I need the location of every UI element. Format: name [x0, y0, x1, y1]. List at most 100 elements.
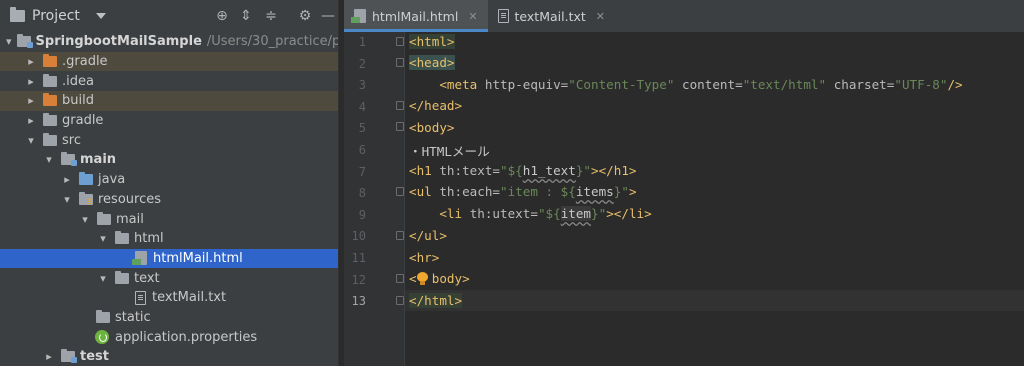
- tree-item-main[interactable]: ▾ main: [0, 150, 338, 170]
- chevron-right-icon[interactable]: ▸: [42, 350, 56, 363]
- line-number[interactable]: 7: [344, 165, 366, 179]
- line-number[interactable]: 4: [344, 100, 366, 114]
- close-icon[interactable]: ✕: [468, 10, 477, 23]
- tree-item-label: htmlMail.html: [153, 250, 243, 266]
- code-token: <head>: [409, 55, 455, 70]
- code-token: }": [613, 184, 629, 199]
- tree-item-html-folder[interactable]: ▾ html: [0, 229, 338, 249]
- tree-item-idea[interactable]: ▸ .idea: [0, 71, 338, 91]
- line-number[interactable]: 10: [344, 229, 366, 243]
- chevron-right-icon[interactable]: ▸: [60, 173, 74, 186]
- chevron-down-icon[interactable]: ▾: [6, 35, 12, 48]
- chevron-down-icon[interactable]: ▾: [96, 232, 110, 245]
- line-number[interactable]: 5: [344, 121, 366, 135]
- fold-marker-icon[interactable]: [396, 296, 404, 305]
- tree-item-label: main: [80, 152, 117, 168]
- current-line-highlight: [405, 290, 1024, 311]
- code-token: "UTF-8": [894, 77, 948, 92]
- tree-item-htmlmail[interactable]: htmlMail.html: [0, 248, 338, 269]
- fold-marker-icon[interactable]: [396, 58, 404, 67]
- code-token: content=: [682, 77, 743, 92]
- text-file-icon: [497, 9, 509, 23]
- code-token: charset=: [833, 77, 895, 92]
- chevron-right-icon[interactable]: ▸: [24, 55, 38, 68]
- line-number[interactable]: 6: [344, 143, 366, 157]
- source-folder-icon: [79, 172, 93, 186]
- tree-item-label: text: [134, 270, 160, 286]
- tree-item-static[interactable]: static: [0, 308, 338, 328]
- tree-item-resources[interactable]: ▾ resources: [0, 190, 338, 210]
- spring-properties-icon: [95, 330, 109, 345]
- code-token: ></li>: [606, 206, 652, 221]
- line-number[interactable]: 12: [344, 273, 366, 287]
- html-file-icon: [132, 251, 147, 266]
- tree-item-java[interactable]: ▸ java: [0, 170, 338, 190]
- tree-item-build[interactable]: ▸ build: [0, 91, 338, 111]
- line-number[interactable]: 3: [344, 78, 366, 92]
- code-token: </html>: [409, 293, 463, 308]
- tree-item-textmail[interactable]: textMail.txt: [0, 288, 338, 308]
- line-number[interactable]: 1: [344, 35, 366, 49]
- code-token: "${: [537, 206, 561, 221]
- resources-folder-icon: [79, 191, 93, 205]
- tree-item-test[interactable]: ▸ test: [0, 347, 338, 366]
- code-line: ・HTMLメール: [409, 141, 490, 160]
- tab-textmail[interactable]: textMail.txt ✕: [488, 0, 615, 32]
- chevron-down-icon[interactable]: ▾: [42, 153, 56, 166]
- chevron-right-icon[interactable]: ▸: [24, 114, 38, 127]
- fold-marker-icon[interactable]: [396, 122, 404, 131]
- gutter-separator: [404, 32, 405, 366]
- line-number[interactable]: 11: [344, 251, 366, 265]
- expand-all-icon[interactable]: ⇕: [238, 8, 254, 24]
- tree-item-gradle-cache[interactable]: ▸ .gradle: [0, 51, 338, 72]
- code-token: item: [560, 206, 592, 221]
- fold-marker-icon[interactable]: [396, 187, 404, 196]
- tree-item-text-folder[interactable]: ▾ text: [0, 268, 338, 288]
- tree-item-path: /Users/30_practice/pra: [206, 34, 354, 50]
- tree-item-application-properties[interactable]: application.properties: [0, 327, 338, 347]
- tree-item-mail[interactable]: ▾ mail: [0, 209, 338, 229]
- tree-item-label: java: [98, 172, 126, 188]
- collapse-all-icon[interactable]: ≑: [263, 8, 279, 24]
- code-token: ></h1>: [591, 163, 637, 178]
- chevron-down-icon[interactable]: ▾: [78, 213, 92, 226]
- tab-htmlmail[interactable]: htmlMail.html ✕: [344, 0, 488, 32]
- gear-icon[interactable]: ⚙: [297, 8, 313, 24]
- line-number[interactable]: 8: [344, 186, 366, 200]
- line-number[interactable]: 13: [344, 294, 366, 308]
- locate-icon[interactable]: ⊕: [214, 8, 230, 24]
- fold-marker-icon[interactable]: [396, 231, 404, 240]
- lightbulb-icon[interactable]: [417, 272, 428, 286]
- code-token: <h1: [409, 163, 432, 178]
- code-token: <meta: [439, 77, 478, 92]
- chevron-down-icon[interactable]: ▾: [24, 134, 38, 147]
- fold-marker-icon[interactable]: [396, 274, 404, 283]
- tree-item-gradle[interactable]: ▸ gradle: [0, 111, 338, 131]
- code-token: th:utext=: [469, 206, 538, 221]
- code-token: th:text=: [439, 163, 501, 178]
- chevron-right-icon[interactable]: ▸: [24, 75, 38, 88]
- line-number[interactable]: 9: [344, 208, 366, 222]
- chevron-down-icon[interactable]: ▾: [96, 272, 110, 285]
- tree-item-label: html: [134, 231, 164, 247]
- chevron-right-icon[interactable]: ▸: [24, 94, 38, 107]
- tree-item-label: gradle: [62, 113, 104, 129]
- code-token: http-equiv=: [484, 77, 569, 92]
- code-token: th:each=: [439, 184, 501, 199]
- fold-marker-icon[interactable]: [396, 101, 404, 110]
- line-number[interactable]: 2: [344, 57, 366, 71]
- module-folder-icon: [61, 152, 77, 167]
- tree-item-project-root[interactable]: ▾ SpringbootMailSample /Users/30_practic…: [0, 32, 354, 52]
- tree-item-label: test: [80, 349, 109, 365]
- project-view-selector[interactable]: Project: [32, 8, 80, 24]
- code-line: </ul>: [409, 228, 447, 243]
- tree-item-src[interactable]: ▾ src: [0, 130, 338, 150]
- chevron-down-icon[interactable]: [95, 13, 106, 19]
- close-icon[interactable]: ✕: [596, 10, 605, 23]
- minimize-icon[interactable]: —: [320, 8, 336, 24]
- fold-marker-icon[interactable]: [396, 37, 404, 46]
- editor-tab-bar: htmlMail.html ✕ textMail.txt ✕: [344, 0, 1024, 32]
- chevron-down-icon[interactable]: ▾: [60, 193, 74, 206]
- code-token: </ul>: [409, 228, 447, 243]
- code-token: h1_text: [522, 163, 576, 178]
